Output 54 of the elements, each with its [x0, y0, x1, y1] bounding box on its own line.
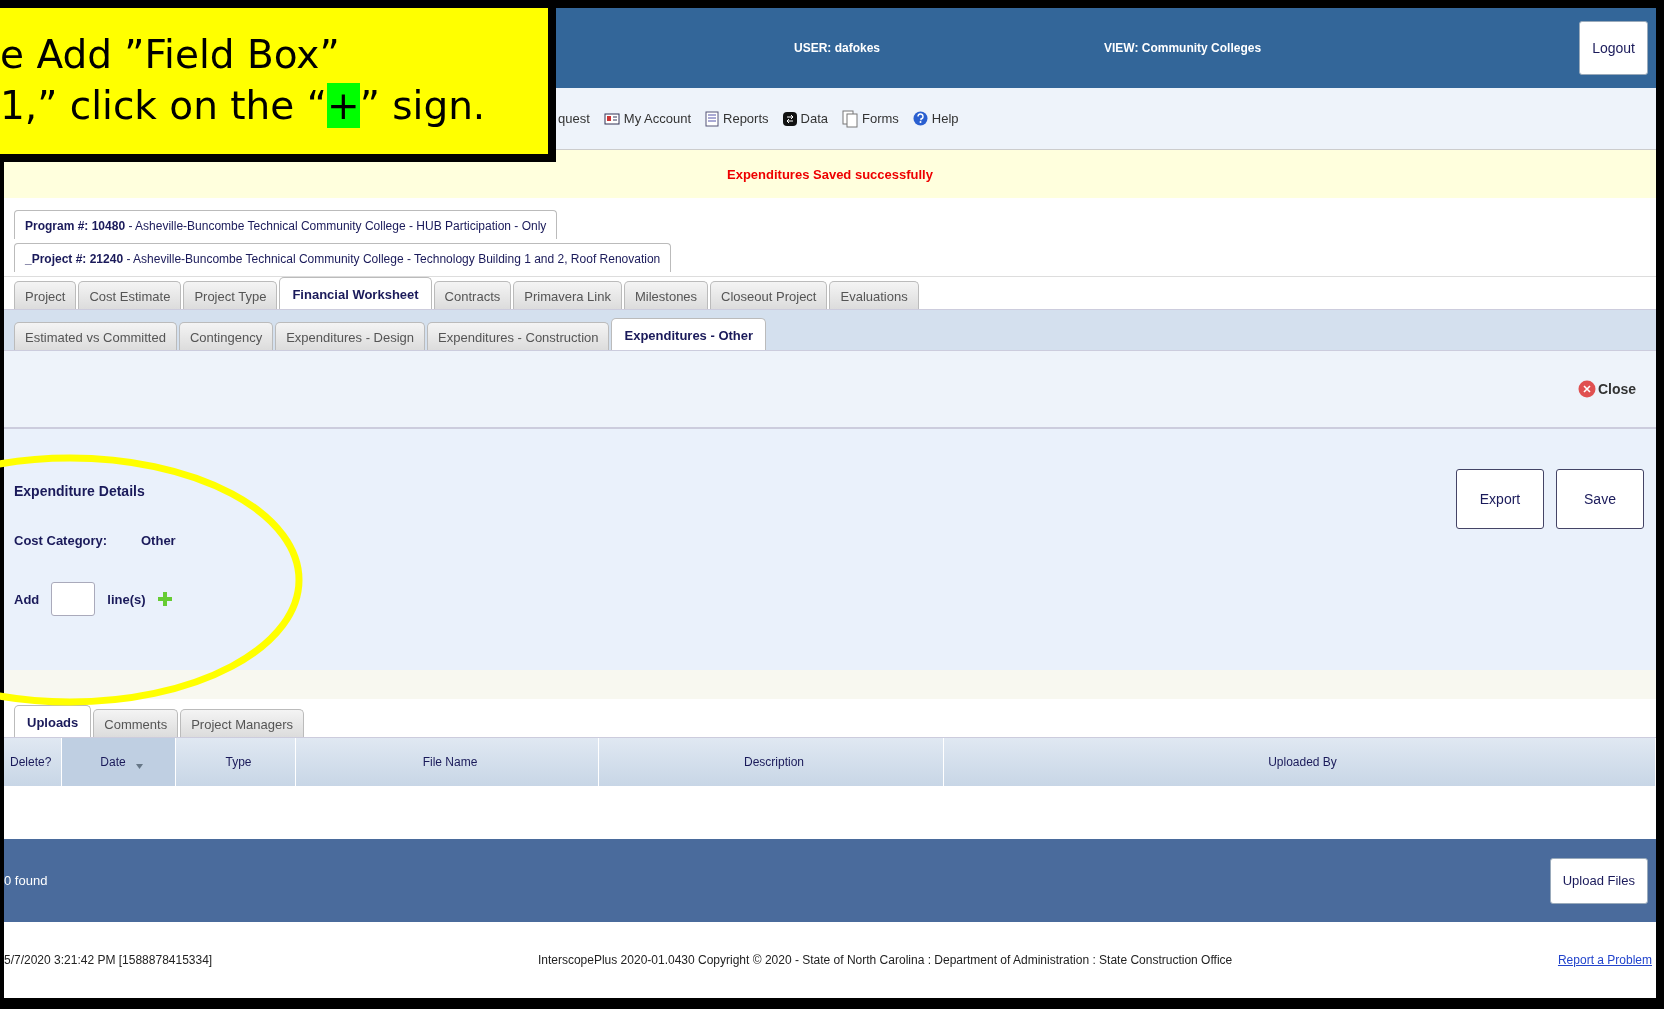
- report-link[interactable]: Report a Problem: [1557, 953, 1652, 967]
- sub-tab[interactable]: Contingency: [178, 322, 274, 350]
- tab[interactable]: Project Type: [183, 281, 278, 309]
- tab[interactable]: Milestones: [623, 281, 709, 309]
- upload-files-button[interactable]: Upload Files: [1549, 857, 1648, 904]
- list-icon: [705, 110, 719, 127]
- add-label: Add: [14, 591, 40, 607]
- plus-icon[interactable]: [157, 592, 172, 606]
- id-card-icon: [603, 111, 620, 126]
- logout-button[interactable]: Logout: [1579, 21, 1648, 75]
- field-label: Cost Category:: [14, 533, 109, 548]
- line-count-field[interactable]: [51, 582, 96, 616]
- tab[interactable]: Project: [14, 281, 77, 309]
- menu-item[interactable]: Reports: [705, 110, 769, 127]
- field-value: Other: [141, 533, 176, 548]
- column-header[interactable]: Date: [62, 738, 176, 786]
- result-count: 0 found: [4, 873, 48, 888]
- close-button[interactable]: Close: [1571, 379, 1642, 399]
- timestamp: 5/7/2020 3:21:42 PM [1588878415334]: [4, 953, 213, 967]
- tab[interactable]: Project Managers: [180, 709, 305, 737]
- section-title: Expenditure Details: [14, 483, 146, 499]
- help-icon: [912, 111, 928, 126]
- tab[interactable]: Contracts: [433, 281, 512, 309]
- tab[interactable]: Evaluations: [829, 281, 919, 309]
- copyright-text: InterscopePlus 2020-01.0430 Copyright © 2020 - State of North Carolina : Department of Administration : State Construction Office: [537, 953, 1233, 967]
- menu-item[interactable]: My Account: [603, 111, 691, 126]
- sub-tab[interactable]: Estimated vs Committed: [14, 322, 177, 350]
- project-tab[interactable]: _Project #: 21240 - Asheville-Buncombe Technical Community College - Technology Building 1 and 2, Roof Renovation: [14, 243, 672, 272]
- sub-tab[interactable]: Expenditures - Design: [275, 322, 426, 350]
- menu-item[interactable]: Forms: [842, 109, 899, 128]
- sub-tab[interactable]: Expenditures - Construction: [427, 322, 610, 350]
- success-message: Expenditures Saved successfully: [727, 166, 933, 182]
- menu-item[interactable]: quest: [558, 111, 590, 126]
- export-button[interactable]: Export: [1456, 469, 1544, 529]
- tab[interactable]: Uploads: [14, 705, 92, 737]
- menu-item[interactable]: Data: [782, 111, 828, 126]
- program-tab[interactable]: Program #: 10480 - Asheville-Buncombe Technical Community College - HUB Participation - Only: [14, 210, 558, 239]
- pages-icon: [842, 109, 858, 128]
- lines-label: line(s): [107, 591, 146, 607]
- callout-text: e Add ”Field Box”: [0, 31, 341, 80]
- user-label: USER: dafokes: [794, 41, 882, 55]
- menu-item[interactable]: Help: [912, 111, 959, 126]
- save-button[interactable]: Save: [1556, 469, 1644, 529]
- tab[interactable]: Cost Estimate: [78, 281, 182, 309]
- sort-icon: [135, 763, 143, 769]
- sync-icon: [782, 111, 797, 126]
- view-label: VIEW: Community Colleges: [1104, 41, 1263, 55]
- tab[interactable]: Primavera Link: [513, 281, 622, 309]
- callout-text: 1,” click on the “+” sign.: [0, 82, 487, 130]
- tab[interactable]: Closeout Project: [710, 281, 828, 309]
- sub-tab[interactable]: Expenditures - Other: [611, 318, 767, 350]
- close-icon: [1577, 380, 1596, 398]
- tab[interactable]: Comments: [93, 709, 179, 737]
- tab[interactable]: Financial Worksheet: [279, 277, 432, 309]
